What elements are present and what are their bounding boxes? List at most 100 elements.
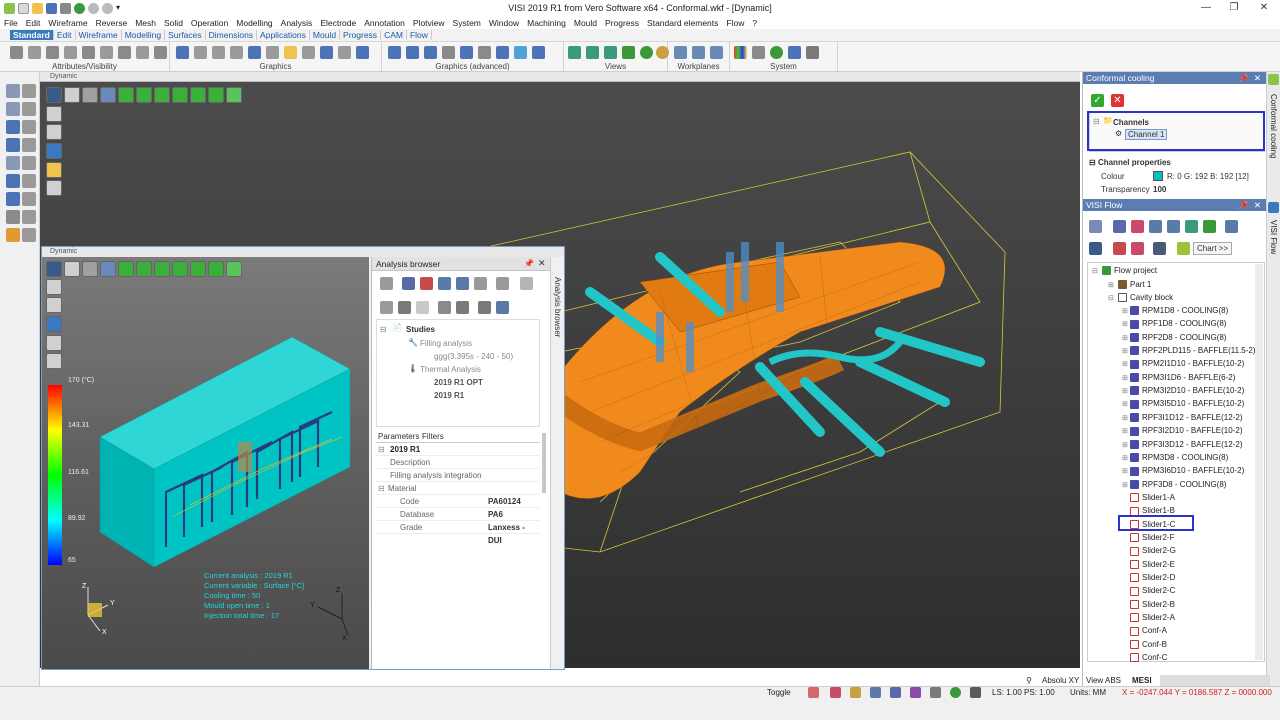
flow-channel-item[interactable]: RPM2I1D10 - BAFFLE(10-2) [1130,357,1244,370]
undelete-icon[interactable] [22,210,36,224]
show-icon[interactable] [64,46,77,59]
ab-tool-3-icon[interactable] [420,277,433,290]
delete-icon[interactable] [6,210,20,224]
status-mesi[interactable]: MESI [1132,675,1152,687]
refresh-icon[interactable] [6,174,20,188]
edges-icon[interactable] [266,46,279,59]
flow-channel-item[interactable]: RPF2D8 - COOLING(8) [1130,331,1226,344]
conformal-cooling-side-tab[interactable]: Conformal cooling [1269,94,1278,158]
viewport-zoom-icon[interactable] [100,87,116,103]
hide-icon[interactable] [46,46,59,59]
lights-icon[interactable] [356,46,369,59]
child-layer-1-icon[interactable] [46,279,62,295]
view-side-icon[interactable] [604,46,617,59]
graphics-adv-1-icon[interactable] [388,46,401,59]
child-cube-iso-icon[interactable] [226,261,242,277]
stretch-icon[interactable] [22,138,36,152]
child-zoom-icon[interactable] [100,261,116,277]
tab-filters[interactable]: Filters [422,432,444,441]
quick-access-dropdown-icon[interactable]: ▾ [116,3,127,14]
status-absolu[interactable]: Absolu XY [1042,675,1079,687]
viewport-view-icon[interactable] [82,87,98,103]
tree-part-1[interactable]: Part 1 [1118,278,1151,291]
graphics-adv-6-icon[interactable] [478,46,491,59]
flow-channel-item[interactable]: RPF2PLD115 - BAFFLE(11.5-2) [1130,344,1256,357]
child-layer-4-icon[interactable] [46,335,62,351]
child-menu-icon[interactable] [46,261,62,277]
wire-icon[interactable] [212,46,225,59]
pin-icon[interactable]: 📌 [1238,199,1249,211]
child-cube-3-icon[interactable] [154,261,170,277]
flow-slider-item[interactable]: Slider1-A [1130,491,1175,504]
layer-3-icon[interactable] [46,143,62,159]
flow-slider-item[interactable]: Slider2-D [1130,571,1175,584]
status-tool-9-icon[interactable] [970,687,981,698]
tree-flow-project[interactable]: Flow project [1102,264,1157,277]
tab-flow[interactable]: Flow [407,30,432,40]
select-icon[interactable] [6,84,20,98]
chart-button[interactable]: Chart >> [1193,242,1233,255]
zoom-icon[interactable] [74,2,85,14]
search-icon[interactable]: ⚲ [1026,675,1032,687]
analysis-close-icon[interactable]: ✕ [538,258,546,269]
menu-plotview[interactable]: Plotview [413,18,445,28]
tree-studies[interactable]: Studies [406,325,435,334]
ab-tool-4-icon[interactable] [438,277,451,290]
graphics-adv-7-icon[interactable] [496,46,509,59]
flow-slider-item[interactable]: Slider2-G [1130,544,1176,557]
tab-wireframe[interactable]: Wireframe [76,30,122,40]
clip-icon[interactable] [320,46,333,59]
menu-solid[interactable]: Solid [164,18,183,28]
status-tool-6-icon[interactable] [910,687,921,698]
print-icon[interactable] [60,2,71,14]
status-tool-8-icon[interactable] [950,687,961,698]
system-doc-icon[interactable] [752,46,765,59]
flow-channel-item[interactable]: RPF3I1D12 - BAFFLE(12-2) [1130,411,1242,424]
flow-tool-10-icon[interactable] [1113,242,1126,255]
part-toggle[interactable]: ⊞ [1108,281,1114,289]
tab-standard[interactable]: Standard [10,30,54,40]
graphics-adv-9-icon[interactable] [532,46,545,59]
flow-slider-item[interactable]: Conf-C [1130,651,1167,664]
tab-mould[interactable]: Mould [310,30,341,40]
measure-icon[interactable] [22,192,36,206]
param-grade[interactable]: Grade Lanxess - DUI [376,521,540,545]
tab-parameters[interactable]: Parameters [378,432,419,441]
cancel-icon[interactable]: ✕ [1111,94,1124,107]
status-tool-4-icon[interactable] [870,687,881,698]
scale-icon[interactable] [6,138,20,152]
viewport-shade-icon[interactable] [64,87,80,103]
flow-slider-item[interactable]: Conf-A [1130,624,1167,637]
filter-icon[interactable] [82,46,95,59]
restore-button[interactable]: ❐ [1222,1,1246,14]
perspective-icon[interactable] [338,46,351,59]
project-toggle[interactable]: ⊟ [1092,267,1098,275]
channel-toggle[interactable]: ⊞ [1122,481,1128,489]
minimize-button[interactable]: — [1194,1,1218,14]
flow-channel-item[interactable]: RPM3I6D10 - BAFFLE(10-2) [1130,464,1244,477]
channel-toggle[interactable]: ⊞ [1122,320,1128,328]
menu-operation[interactable]: Operation [191,18,228,28]
flow-tool-3-icon[interactable] [1131,220,1144,233]
menu-help[interactable]: ? [752,18,757,28]
colour-icon[interactable] [118,46,131,59]
tree-filling-child[interactable]: ggg(3.395s - 240 - 50) [434,352,513,361]
menu-mould[interactable]: Mould [574,18,597,28]
tab-modelling[interactable]: Modelling [122,30,166,40]
layer-2-icon[interactable] [46,124,62,140]
flow-chart-icon[interactable] [1177,242,1190,255]
channel-toggle[interactable]: ⊞ [1122,374,1128,382]
tree-2019-r1[interactable]: 2019 R1 [434,391,464,400]
open-folder-icon[interactable] [32,2,43,14]
pin-icon[interactable]: 📌 [1238,72,1249,84]
status-tool-2-icon[interactable] [830,687,841,698]
status-tool-7-icon[interactable] [930,687,941,698]
mirror-icon[interactable] [22,120,36,134]
workplane-3-icon[interactable] [710,46,723,59]
extend-icon[interactable] [22,156,36,170]
cube-view-6-icon[interactable] [208,87,224,103]
channel-toggle[interactable]: ⊞ [1122,414,1128,422]
menu-analysis[interactable]: Analysis [281,18,313,28]
menu-edit[interactable]: Edit [26,18,41,28]
tab-progress[interactable]: Progress [340,30,382,40]
